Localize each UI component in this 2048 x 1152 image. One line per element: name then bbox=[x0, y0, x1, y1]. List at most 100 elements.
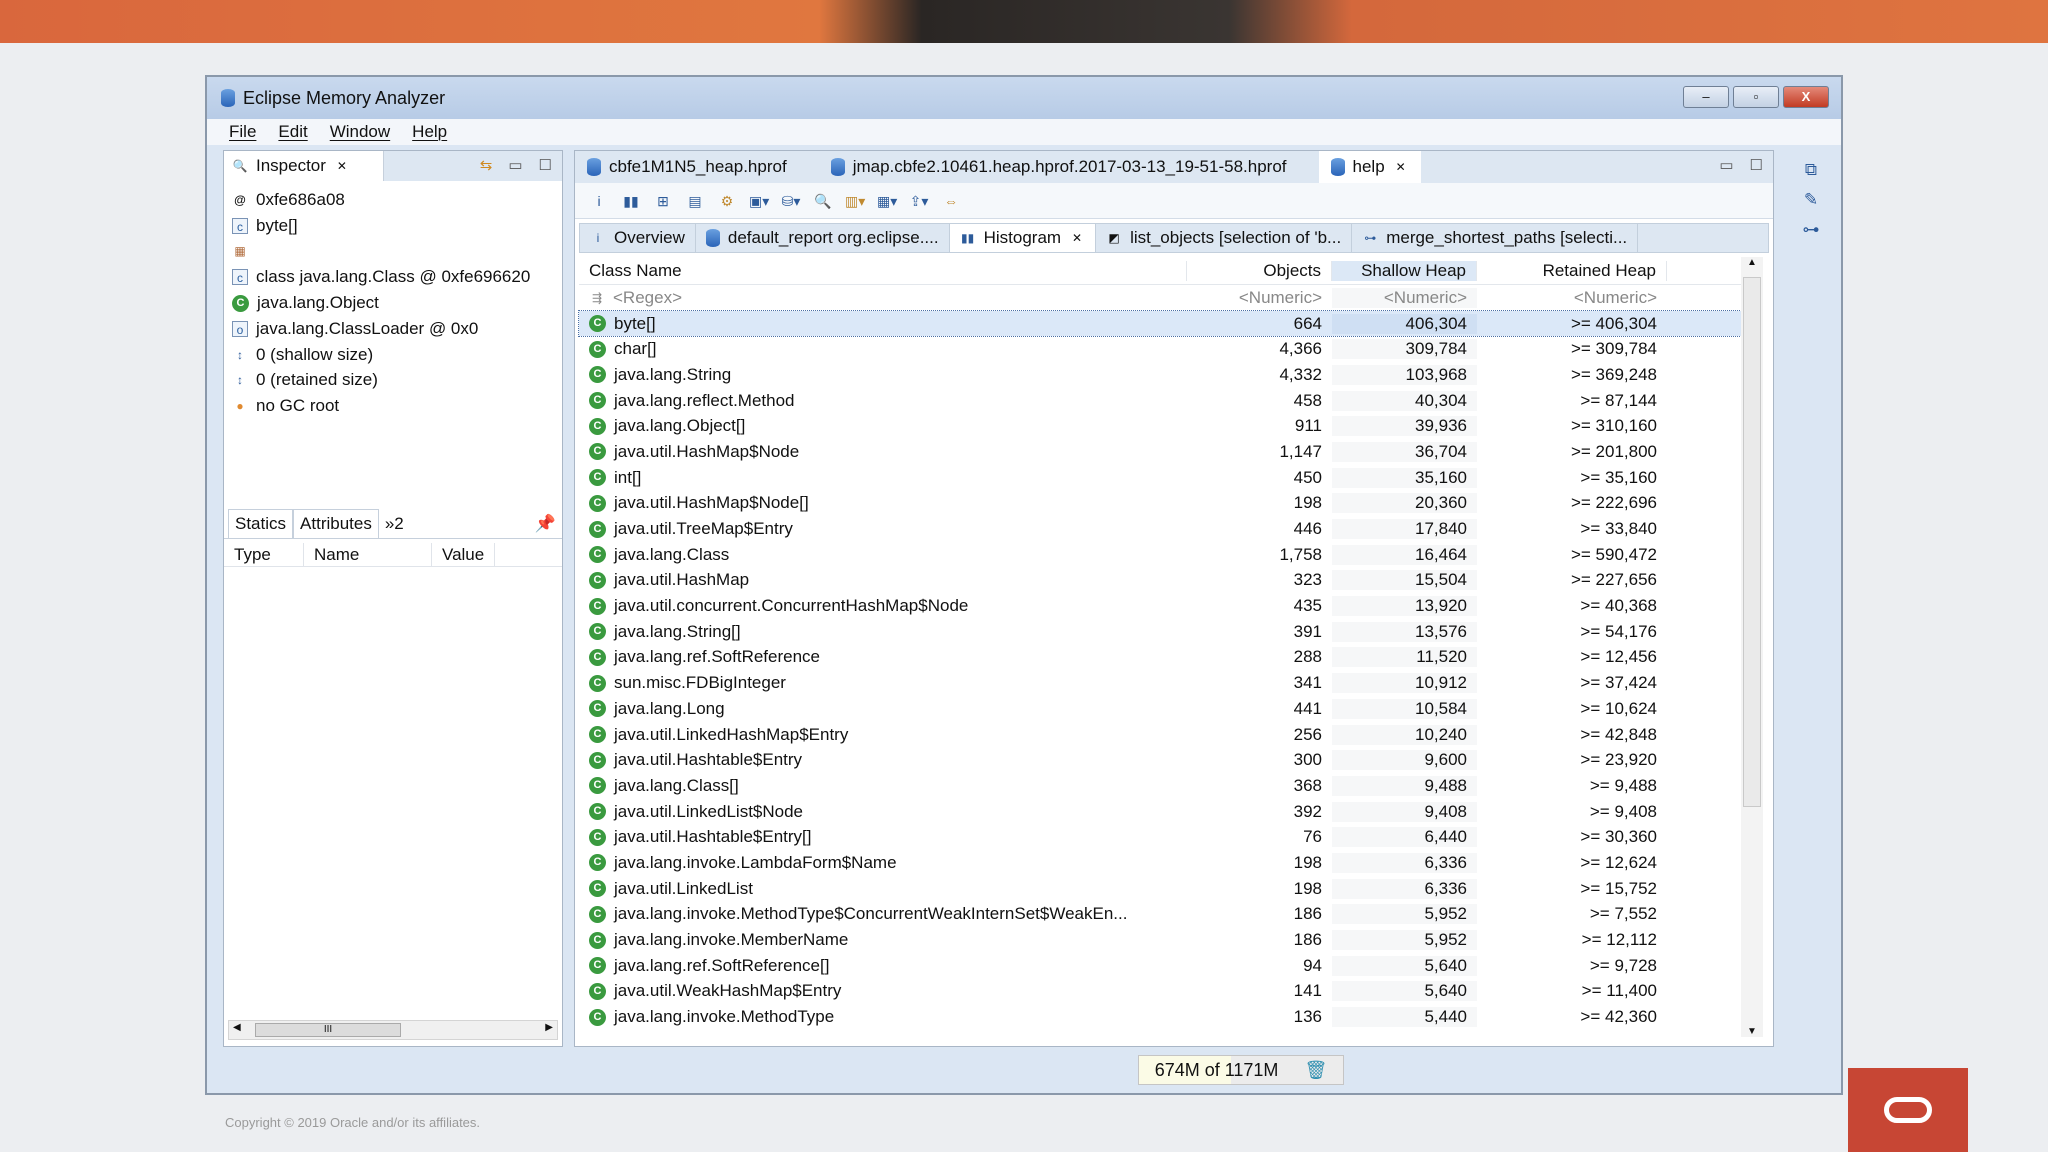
close-button[interactable]: X bbox=[1783, 86, 1829, 108]
maximize-button[interactable]: ▫ bbox=[1733, 86, 1779, 108]
table-row[interactable]: Cjava.util.Hashtable$Entry[] 76 6,440 >=… bbox=[579, 824, 1749, 850]
class-icon: C bbox=[589, 366, 606, 384]
table-row[interactable]: Cjava.util.WeakHashMap$Entry 141 5,640 >… bbox=[579, 979, 1749, 1005]
shallow-heap-cell: 13,920 bbox=[1332, 596, 1477, 617]
list-item[interactable]: Cjava.lang.Object bbox=[232, 290, 554, 316]
col-retained-heap[interactable]: Retained Heap bbox=[1477, 260, 1667, 281]
table-row[interactable]: Cjava.util.concurrent.ConcurrentHashMap$… bbox=[579, 593, 1749, 619]
table-row[interactable]: Cjava.util.LinkedList 198 6,336 >= 15,75… bbox=[579, 876, 1749, 902]
table-row[interactable]: Cjava.util.LinkedList$Node 392 9,408 >= … bbox=[579, 799, 1749, 825]
link-icon[interactable]: ⇆ bbox=[480, 156, 493, 174]
menu-window[interactable]: Window bbox=[330, 122, 390, 142]
col-type[interactable]: Type bbox=[224, 543, 304, 566]
vertical-scrollbar[interactable]: ▲ ▼ bbox=[1741, 257, 1763, 1037]
table-row[interactable]: Cjava.util.HashMap$Node 1,147 36,704 >= … bbox=[579, 439, 1749, 465]
table-row[interactable]: Cjava.util.Hashtable$Entry 300 9,600 >= … bbox=[579, 747, 1749, 773]
table-row[interactable]: Cjava.lang.Long 441 10,584 >= 10,624 bbox=[579, 696, 1749, 722]
tab-histogram[interactable]: ▮▮ Histogram ✕ bbox=[949, 224, 1097, 252]
tab-default-report[interactable]: default_report org.eclipse.... bbox=[696, 224, 950, 252]
compare-icon[interactable]: ⇔ bbox=[941, 191, 961, 211]
menu-help[interactable]: Help bbox=[412, 122, 447, 142]
tab-merge-shortest-paths[interactable]: ⊶ merge_shortest_paths [selecti... bbox=[1352, 224, 1639, 252]
minimize-view-icon[interactable]: ▭ bbox=[508, 156, 522, 174]
table-row[interactable]: Cjava.lang.invoke.LambdaForm$Name 198 6,… bbox=[579, 850, 1749, 876]
menu-edit[interactable]: Edit bbox=[278, 122, 307, 142]
list-item[interactable]: ▦ bbox=[232, 239, 554, 265]
list-item[interactable]: ↕ 0 (shallow size) bbox=[232, 342, 554, 368]
tab-inspector[interactable]: 🔍 Inspector ✕ bbox=[224, 151, 384, 181]
table-row[interactable]: Cint[] 450 35,160 >= 35,160 bbox=[579, 465, 1749, 491]
calculator-icon[interactable]: ▦▾ bbox=[877, 191, 897, 211]
close-tab-icon[interactable]: ✕ bbox=[1069, 230, 1085, 246]
table-row[interactable]: Cjava.lang.invoke.MemberName 186 5,952 >… bbox=[579, 927, 1749, 953]
list-item[interactable]: c byte[] bbox=[232, 213, 554, 239]
group-icon[interactable]: ▥▾ bbox=[845, 191, 865, 211]
tab-statics[interactable]: Statics bbox=[228, 509, 294, 538]
table-row[interactable]: Cjava.lang.invoke.MethodType$ConcurrentW… bbox=[579, 902, 1749, 928]
list-item[interactable]: @0xfe686a08 bbox=[232, 187, 554, 213]
table-row[interactable]: Cchar[] 4,366 309,784 >= 309,784 bbox=[579, 336, 1749, 362]
list-item[interactable]: o java.lang.ClassLoader @ 0x0 bbox=[232, 316, 554, 342]
table-row[interactable]: Cjava.lang.Class[] 368 9,488 >= 9,488 bbox=[579, 773, 1749, 799]
shallow-filter-input[interactable]: <Numeric> bbox=[1332, 287, 1477, 308]
trash-icon[interactable]: 🗑 bbox=[1304, 1060, 1327, 1081]
info-icon[interactable]: i bbox=[589, 191, 609, 211]
table-row[interactable]: Cjava.lang.reflect.Method 458 40,304 >= … bbox=[579, 388, 1749, 414]
col-value[interactable]: Value bbox=[432, 543, 496, 566]
table-row[interactable]: Cjava.util.HashMap 323 15,504 >= 227,656 bbox=[579, 568, 1749, 594]
tab-overview[interactable]: i Overview bbox=[580, 224, 696, 252]
pin-icon[interactable]: 📌 bbox=[529, 510, 562, 538]
menu-file[interactable]: File bbox=[229, 122, 256, 142]
tab-list-objects[interactable]: ◩ list_objects [selection of 'b... bbox=[1096, 224, 1353, 252]
col-shallow-heap[interactable]: Shallow Heap bbox=[1332, 260, 1477, 281]
queries-icon[interactable]: ⛁▾ bbox=[781, 191, 801, 211]
col-name[interactable]: Name bbox=[304, 543, 432, 566]
horizontal-scrollbar[interactable]: ◀ III ▶ bbox=[228, 1020, 558, 1040]
table-row[interactable]: Csun.misc.FDBigInteger 341 10,912 >= 37,… bbox=[579, 670, 1749, 696]
maximize-view-icon[interactable]: ☐ bbox=[539, 156, 552, 174]
oql-icon[interactable]: ▤ bbox=[685, 191, 705, 211]
table-row[interactable]: Cjava.lang.Class 1,758 16,464 >= 590,472 bbox=[579, 542, 1749, 568]
search-icon[interactable]: 🔍 bbox=[813, 191, 833, 211]
notes-icon[interactable]: ✎ bbox=[1804, 190, 1818, 210]
table-row[interactable]: Cjava.lang.String 4,332 103,968 >= 369,2… bbox=[579, 362, 1749, 388]
table-row[interactable]: Cjava.lang.invoke.MethodType 136 5,440 >… bbox=[579, 1004, 1749, 1030]
scroll-thumb[interactable] bbox=[1743, 277, 1761, 807]
minimize-view-icon[interactable]: ▭ bbox=[1719, 156, 1733, 174]
table-row[interactable]: Cjava.lang.Object[] 911 39,936 >= 310,16… bbox=[579, 413, 1749, 439]
tab-heap-file-2[interactable]: jmap.cbfe2.10461.heap.hprof.2017-03-13_1… bbox=[819, 151, 1299, 183]
gear-icon[interactable]: ⚙ bbox=[717, 191, 737, 211]
objects-filter-input[interactable]: <Numeric> bbox=[1187, 288, 1332, 308]
maximize-view-icon[interactable]: ☐ bbox=[1750, 156, 1763, 174]
table-row[interactable]: Cjava.util.HashMap$Node[] 198 20,360 >= … bbox=[579, 491, 1749, 517]
tab-heap-file-1[interactable]: cbfe1M1N5_heap.hprof bbox=[575, 151, 799, 183]
navigation-icon[interactable]: ⊶ bbox=[1803, 220, 1820, 240]
class-name-cell: Cjava.lang.Object[] bbox=[579, 416, 1187, 436]
table-row[interactable]: Cjava.lang.ref.SoftReference 288 11,520 … bbox=[579, 645, 1749, 671]
tab-attributes[interactable]: Attributes bbox=[293, 509, 379, 538]
table-row[interactable]: Cbyte[] 664 406,304 >= 406,304 bbox=[578, 309, 1750, 338]
export-icon[interactable]: ⇪▾ bbox=[909, 191, 929, 211]
table-row[interactable]: Cjava.util.LinkedHashMap$Entry 256 10,24… bbox=[579, 722, 1749, 748]
col-objects[interactable]: Objects bbox=[1187, 260, 1332, 281]
dominator-tree-icon[interactable]: ⊞ bbox=[653, 191, 673, 211]
regex-filter-input[interactable]: <Regex> bbox=[613, 288, 682, 308]
list-item[interactable]: ● no GC root bbox=[232, 393, 554, 419]
restore-icon[interactable]: ⧉ bbox=[1805, 160, 1817, 180]
table-row[interactable]: Cjava.lang.String[] 391 13,576 >= 54,176 bbox=[579, 619, 1749, 645]
table-row[interactable]: Cjava.lang.ref.SoftReference[] 94 5,640 … bbox=[579, 953, 1749, 979]
title-bar: Eclipse Memory Analyzer – ▫ X bbox=[207, 77, 1841, 119]
reports-icon[interactable]: ▣▾ bbox=[749, 191, 769, 211]
list-item[interactable]: c class java.lang.Class @ 0xfe696620 bbox=[232, 264, 554, 290]
tab-overflow[interactable]: »2 bbox=[379, 510, 410, 538]
retained-filter-input[interactable]: <Numeric> bbox=[1477, 288, 1667, 308]
col-class-name[interactable]: Class Name bbox=[579, 260, 1187, 281]
minimize-button[interactable]: – bbox=[1683, 86, 1729, 108]
table-row[interactable]: Cjava.util.TreeMap$Entry 446 17,840 >= 3… bbox=[579, 516, 1749, 542]
close-tab-icon[interactable]: ✕ bbox=[1393, 159, 1409, 175]
list-item[interactable]: ↕ 0 (retained size) bbox=[232, 368, 554, 394]
scroll-thumb[interactable]: III bbox=[255, 1023, 401, 1037]
tab-help[interactable]: help ✕ bbox=[1318, 151, 1421, 183]
histogram-icon[interactable]: ▮▮ bbox=[621, 191, 641, 211]
close-tab-icon[interactable]: ✕ bbox=[334, 158, 350, 174]
